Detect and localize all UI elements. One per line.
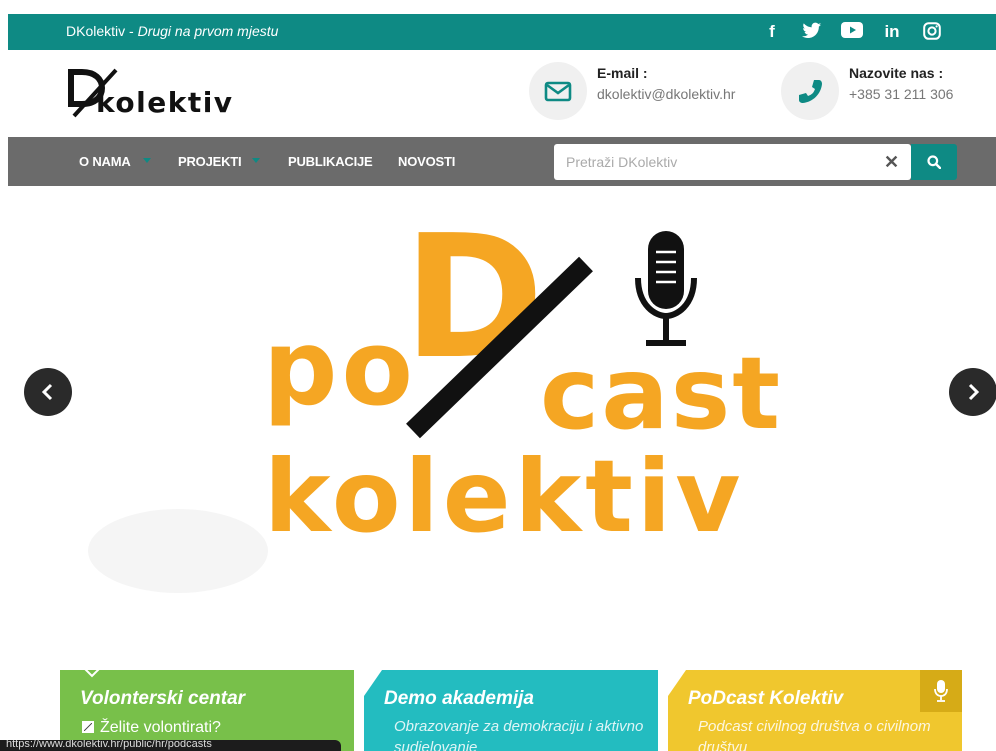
- chevron-left-icon: [41, 383, 53, 401]
- email-label: E-mail :: [597, 65, 648, 81]
- linkedin-icon[interactable]: in: [872, 20, 912, 44]
- podcast-kolektiv-banner: D po cast kolektiv: [88, 199, 782, 593]
- nav-item-projekti[interactable]: PROJEKTI: [178, 154, 242, 169]
- main-nav: O NAMA PROJEKTI PUBLIKACIJE NOVOSTI ✕: [8, 137, 996, 186]
- slogan: Drugi na prvom mjestu: [137, 23, 279, 39]
- card-demo-akademija[interactable]: Demo akademija Obrazovanje za demokracij…: [364, 670, 658, 751]
- logo-text: kolektiv: [96, 86, 234, 119]
- chevron-down-icon: [252, 158, 260, 163]
- twitter-icon[interactable]: [792, 20, 832, 44]
- email-value[interactable]: dkolektiv@dkolektiv.hr: [597, 86, 735, 102]
- microphone-icon: [635, 231, 697, 346]
- instagram-icon[interactable]: [912, 20, 952, 44]
- slide-line1: po: [263, 307, 417, 429]
- chevron-down-icon: [84, 670, 100, 678]
- card-title: PoDcast Kolektiv: [688, 688, 844, 709]
- search-input[interactable]: [554, 144, 874, 180]
- card-title: Volonterski centar: [80, 688, 246, 709]
- card-podcast-kolektiv[interactable]: PoDcast Kolektiv Podcast civilnog društv…: [668, 670, 962, 751]
- card-title: Demo akademija: [384, 688, 534, 709]
- card-text: Obrazovanje za demokraciju i aktivno sud…: [394, 718, 644, 751]
- slider-next-button[interactable]: [949, 368, 996, 416]
- nav-item-publikacije[interactable]: PUBLIKACIJE: [288, 154, 373, 169]
- phone-icon: [799, 80, 822, 103]
- search-button[interactable]: [911, 144, 957, 180]
- top-bar: DKolektiv - Drugi na prvom mjestu f in: [8, 14, 996, 50]
- social-links: f in: [752, 20, 952, 44]
- email-icon-circle: [529, 62, 587, 120]
- status-url: https://www.dkolektiv.hr/public/hr/podca…: [6, 740, 212, 750]
- browser-status-bar: https://www.dkolektiv.hr/public/hr/podca…: [0, 740, 341, 751]
- card-volonterski-centar[interactable]: Volonterski centar Želite volontirati?: [60, 670, 354, 751]
- mic-badge: [920, 670, 962, 712]
- youtube-icon[interactable]: [832, 20, 872, 44]
- slide-line3: kolektiv: [264, 438, 744, 555]
- search-icon: [927, 155, 941, 169]
- slide-line2: cast: [540, 335, 782, 452]
- card-text: Želite volontirati?: [82, 717, 352, 738]
- card-text: Podcast civilnog društva o civilnom druš…: [698, 718, 931, 751]
- hero-slider: D po cast kolektiv: [8, 186, 996, 656]
- site-name: DKolektiv -: [66, 23, 138, 39]
- facebook-icon[interactable]: f: [752, 20, 792, 44]
- tagline: DKolektiv - Drugi na prvom mjestu: [66, 23, 278, 39]
- site-logo[interactable]: kolektiv: [68, 68, 238, 120]
- chevron-down-icon: [143, 158, 151, 163]
- phone-icon-circle: [781, 62, 839, 120]
- phone-label: Nazovite nas :: [849, 65, 944, 81]
- chevron-right-icon: [968, 383, 980, 401]
- microphone-icon: [934, 680, 948, 702]
- nav-item-novosti[interactable]: NOVOSTI: [398, 154, 455, 169]
- search-box: ✕: [554, 144, 911, 180]
- envelope-icon: [544, 81, 572, 102]
- checkbox-icon: [82, 721, 94, 733]
- slider-prev-button[interactable]: [24, 368, 72, 416]
- nav-item-o-nama[interactable]: O NAMA: [79, 154, 131, 169]
- phone-value[interactable]: +385 31 211 306: [849, 86, 953, 102]
- close-icon[interactable]: ✕: [884, 152, 899, 173]
